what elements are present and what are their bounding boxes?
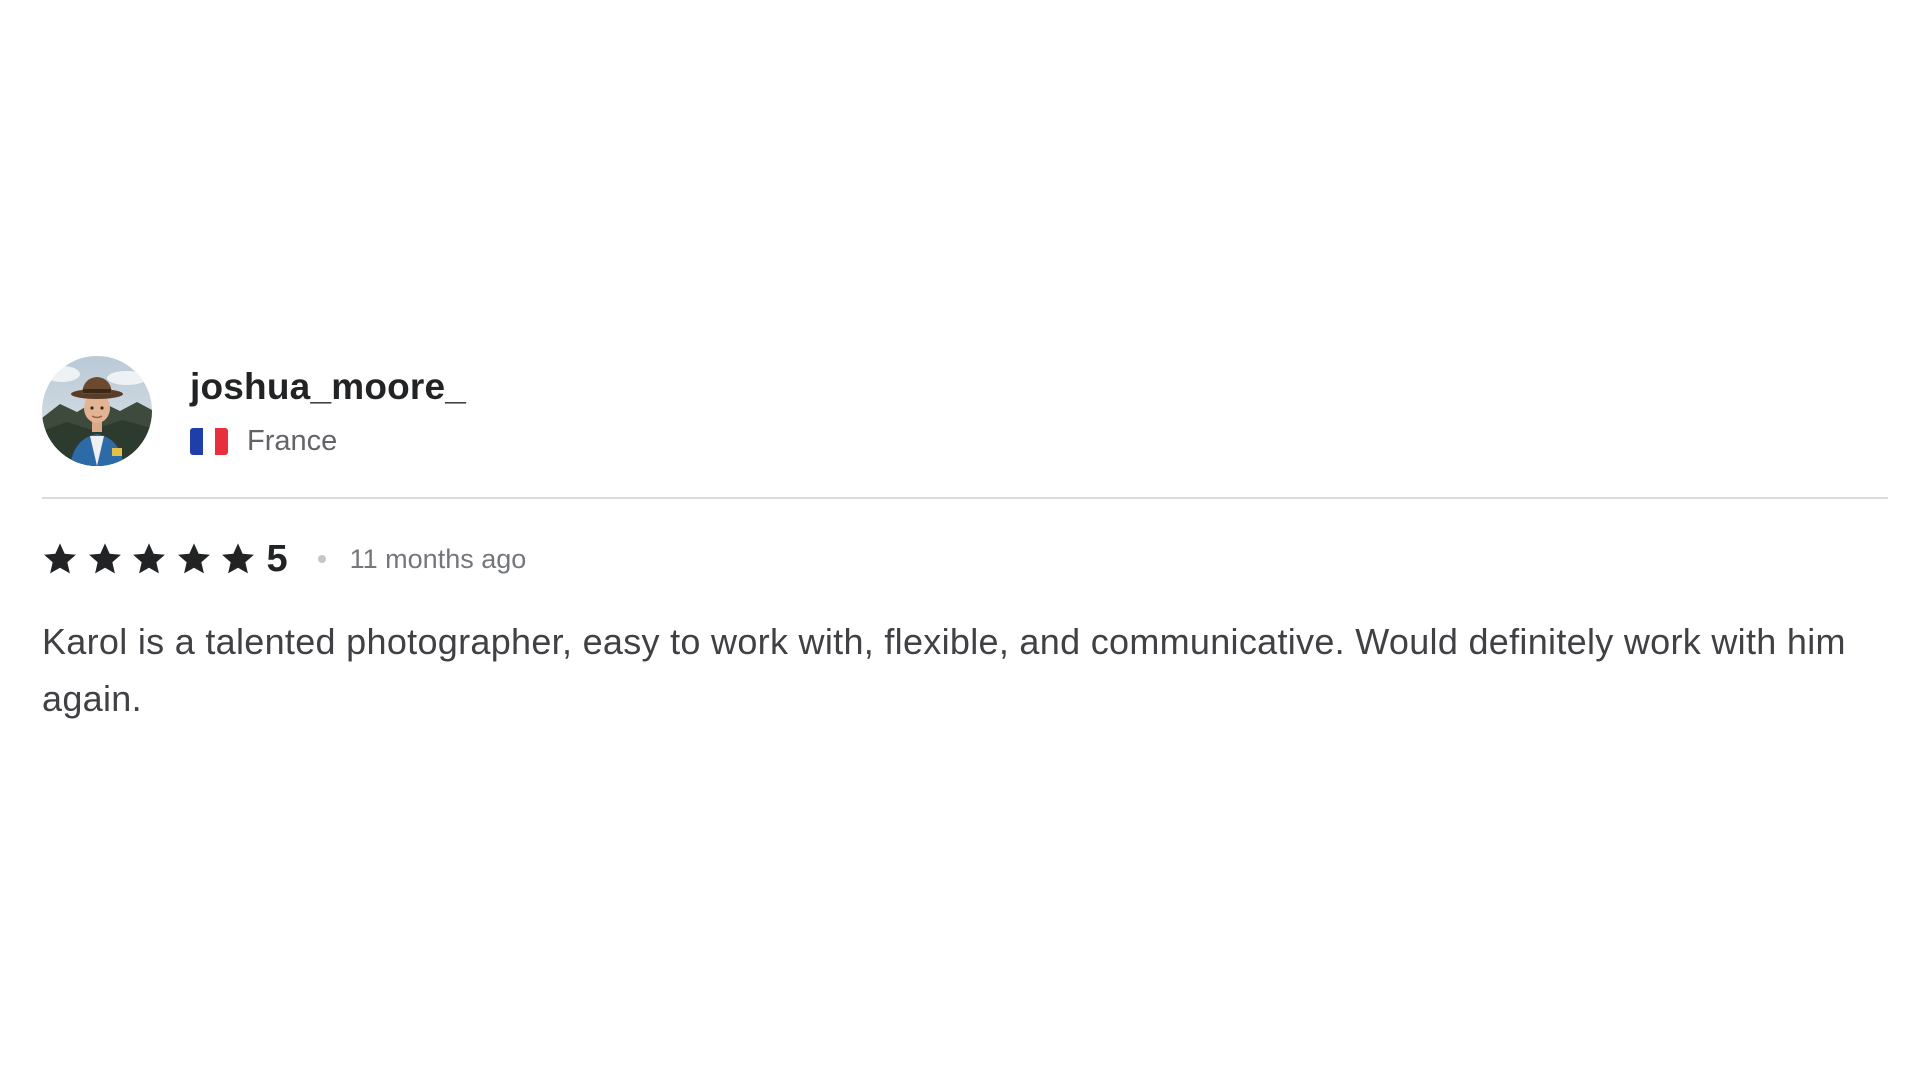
review-text: Karol is a talented photographer, easy t… [42, 621, 1846, 719]
star-icon [87, 541, 123, 577]
star-icon [176, 541, 212, 577]
review-card: joshua_moore_ France 5 11 months ago Kar… [42, 355, 1888, 727]
country-row: France [190, 425, 466, 458]
star-icon [131, 541, 167, 577]
username[interactable]: joshua_moore_ [190, 365, 466, 409]
rating-row: 5 11 months ago [42, 537, 1888, 581]
star-rating [42, 541, 265, 577]
review-time: 11 months ago [349, 543, 527, 574]
star-icon [42, 541, 78, 577]
user-avatar[interactable] [42, 356, 152, 466]
france-flag-icon [190, 427, 228, 455]
divider [42, 497, 1888, 499]
avatar-photo [42, 356, 152, 466]
review-header: joshua_moore_ France [42, 355, 1888, 467]
user-info: joshua_moore_ France [190, 365, 466, 458]
rating-value: 5 [266, 537, 288, 580]
separator-dot [317, 555, 326, 563]
country-name: France [247, 424, 338, 457]
star-icon [220, 541, 256, 577]
